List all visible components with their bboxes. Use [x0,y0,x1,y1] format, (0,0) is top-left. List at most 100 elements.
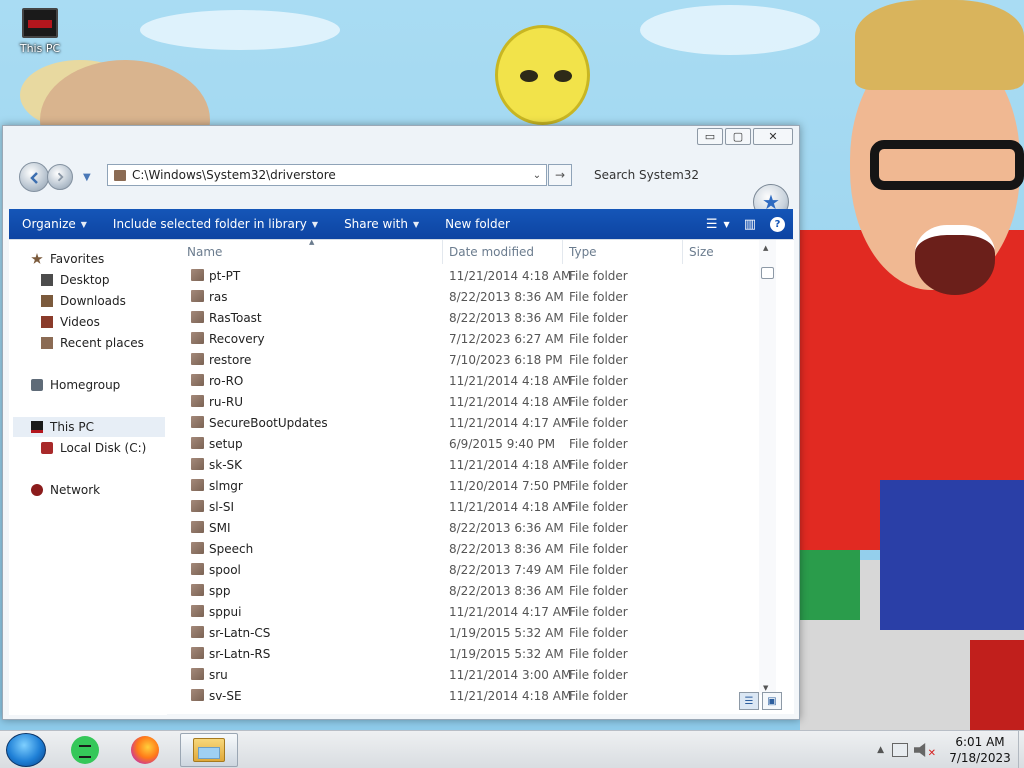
sidebar-item-desktop[interactable]: Desktop [41,273,110,287]
file-date-modified: 11/21/2014 4:17 AM [449,604,572,619]
sidebar-item-network[interactable]: Network [31,483,100,497]
taskbar-app-firefox[interactable] [120,733,170,767]
taskbar-app-notes[interactable] [60,733,110,767]
sidebar-item-local-disk[interactable]: Local Disk (C:) [41,441,146,455]
file-name: ro-RO [209,373,244,388]
close-button[interactable]: ✕ [753,128,793,145]
file-type: File folder [569,268,628,283]
table-row[interactable]: ro-RO 11/21/2014 4:18 AM File folder [181,370,776,391]
explorer-window: ▭ ▢ ✕ ▼ C:\Windows\System32\driverstore … [2,125,800,720]
clock[interactable]: 6:01 AM 7/18/2023 [942,734,1018,766]
table-row[interactable]: spp 8/22/2013 8:36 AM File folder [181,580,776,601]
sidebar-item-videos[interactable]: Videos [41,315,100,329]
folder-icon [191,584,204,596]
table-row[interactable]: Recovery 7/12/2023 6:27 AM File folder [181,328,776,349]
help-icon[interactable]: ? [770,216,785,232]
file-name: RasToast [209,310,262,325]
folder-icon [191,311,204,323]
desktop-icon [41,274,53,286]
sidebar-item-downloads[interactable]: Downloads [41,294,126,308]
file-type: File folder [569,331,628,346]
table-row[interactable]: sr-Latn-RS 1/19/2015 5:32 AM File folder [181,643,776,664]
file-date-modified: 11/21/2014 4:18 AM [449,268,572,283]
file-type: File folder [569,667,628,682]
file-name: sru [209,667,228,682]
column-header-size[interactable]: Size [683,240,759,264]
table-row[interactable]: ras 8/22/2013 8:36 AM File folder [181,286,776,307]
table-row[interactable]: spool 8/22/2013 7:49 AM File folder [181,559,776,580]
wallpaper-person-shoe [970,640,1024,730]
scrollbar-thumb[interactable] [761,267,774,279]
file-name: pt-PT [209,268,241,283]
wallpaper-cloud [640,5,820,55]
view-options-button[interactable]: ☰ ▼ [706,217,730,232]
show-desktop-button[interactable] [1018,731,1024,768]
details-view-icon[interactable]: ☰ [739,692,759,710]
back-button[interactable] [19,162,49,192]
wallpaper-emoji-eye [554,70,572,82]
star-icon [31,253,43,264]
minimize-button[interactable]: ▭ [697,128,723,145]
table-row[interactable]: slmgr 11/20/2014 7:50 PM File folder [181,475,776,496]
scroll-down-icon[interactable]: ▼ [763,684,768,692]
start-button[interactable] [6,733,46,767]
taskbar-app-explorer[interactable] [180,733,238,767]
include-in-library-button[interactable]: Include selected folder in library ▼ [100,217,331,231]
include-label: Include selected folder in library [112,217,307,231]
sidebar-item-recent-places[interactable]: Recent places [41,336,144,350]
sidebar-item-this-pc[interactable]: This PC [13,417,165,437]
file-type: File folder [569,646,628,661]
vertical-scrollbar[interactable]: ▲ ▼ [759,240,776,695]
sidebar-item-homegroup[interactable]: Homegroup [31,378,120,392]
preview-pane-icon[interactable]: ▥ [744,217,756,232]
network-status-icon[interactable] [892,743,908,757]
folder-icon [191,668,204,680]
address-history-chevron-icon[interactable]: ⌄ [528,170,546,181]
new-folder-button[interactable]: New folder [432,217,523,231]
maximize-button[interactable]: ▢ [725,128,751,145]
file-name: spp [209,583,231,598]
table-row[interactable]: SecureBootUpdates 11/21/2014 4:17 AM File … [181,412,776,433]
search-input[interactable]: Search System32 [588,164,738,186]
volume-muted-icon[interactable]: ✕ [914,743,936,759]
system-tray: ▲ ✕ 6:01 AM 7/18/2023 [877,731,1024,768]
folder-icon [191,626,204,638]
go-button[interactable]: → [548,164,572,186]
title-bar[interactable]: ▭ ▢ ✕ [3,126,799,148]
file-list: Name ▲ Date modified Type Size pt-PT 11/2… [181,240,776,715]
file-type: File folder [569,457,628,472]
table-row[interactable]: sppui 11/21/2014 4:17 AM File folder [181,601,776,622]
column-header-date[interactable]: Date modified [443,240,563,264]
table-row[interactable]: SMI 8/22/2013 6:36 AM File folder [181,517,776,538]
large-icons-view-icon[interactable]: ▣ [762,692,782,710]
table-row[interactable]: setup 6/9/2015 9:40 PM File folder [181,433,776,454]
explorer-body: Favorites Desktop Downloads Videos Recen… [9,239,794,715]
recent-locations-chevron-icon[interactable]: ▼ [83,172,91,183]
table-row[interactable]: sr-Latn-CS 1/19/2015 5:32 AM File folder [181,622,776,643]
column-header-type[interactable]: Type [563,240,683,264]
forward-button[interactable] [47,164,73,190]
table-row[interactable]: ru-RU 11/21/2014 4:18 AM File folder [181,391,776,412]
table-row[interactable]: sl-SI 11/21/2014 4:18 AM File folder [181,496,776,517]
share-with-button[interactable]: Share with ▼ [331,217,432,231]
address-path[interactable]: C:\Windows\System32\driverstore [132,168,528,182]
organize-button[interactable]: Organize ▼ [9,217,100,231]
table-row[interactable]: sru 11/21/2014 3:00 AM File folder [181,664,776,685]
file-name: SecureBootUpdates [209,415,328,430]
table-row[interactable]: restore 7/10/2023 6:18 PM File folder [181,349,776,370]
file-explorer-icon [193,738,225,762]
table-row[interactable]: sv-SE 11/21/2014 4:18 AM File folder [181,685,776,706]
table-row[interactable]: RasToast 8/22/2013 8:36 AM File folder [181,307,776,328]
show-hidden-icons-icon[interactable]: ▲ [877,745,884,755]
address-bar[interactable]: C:\Windows\System32\driverstore ⌄ [107,164,547,186]
desktop-icon-this-pc[interactable]: This PC [16,8,64,55]
table-row[interactable]: pt-PT 11/21/2014 4:18 AM File folder [181,265,776,286]
column-header-name[interactable]: Name ▲ [181,240,443,264]
folder-icon [191,353,204,365]
table-row[interactable]: sk-SK 11/21/2014 4:18 AM File folder [181,454,776,475]
table-row[interactable]: Speech 8/22/2013 8:36 AM File folder [181,538,776,559]
file-date-modified: 1/19/2015 5:32 AM [449,646,564,661]
sidebar-item-favorites[interactable]: Favorites [31,252,104,266]
monitor-icon [22,8,58,38]
scroll-up-icon[interactable]: ▲ [763,244,768,252]
